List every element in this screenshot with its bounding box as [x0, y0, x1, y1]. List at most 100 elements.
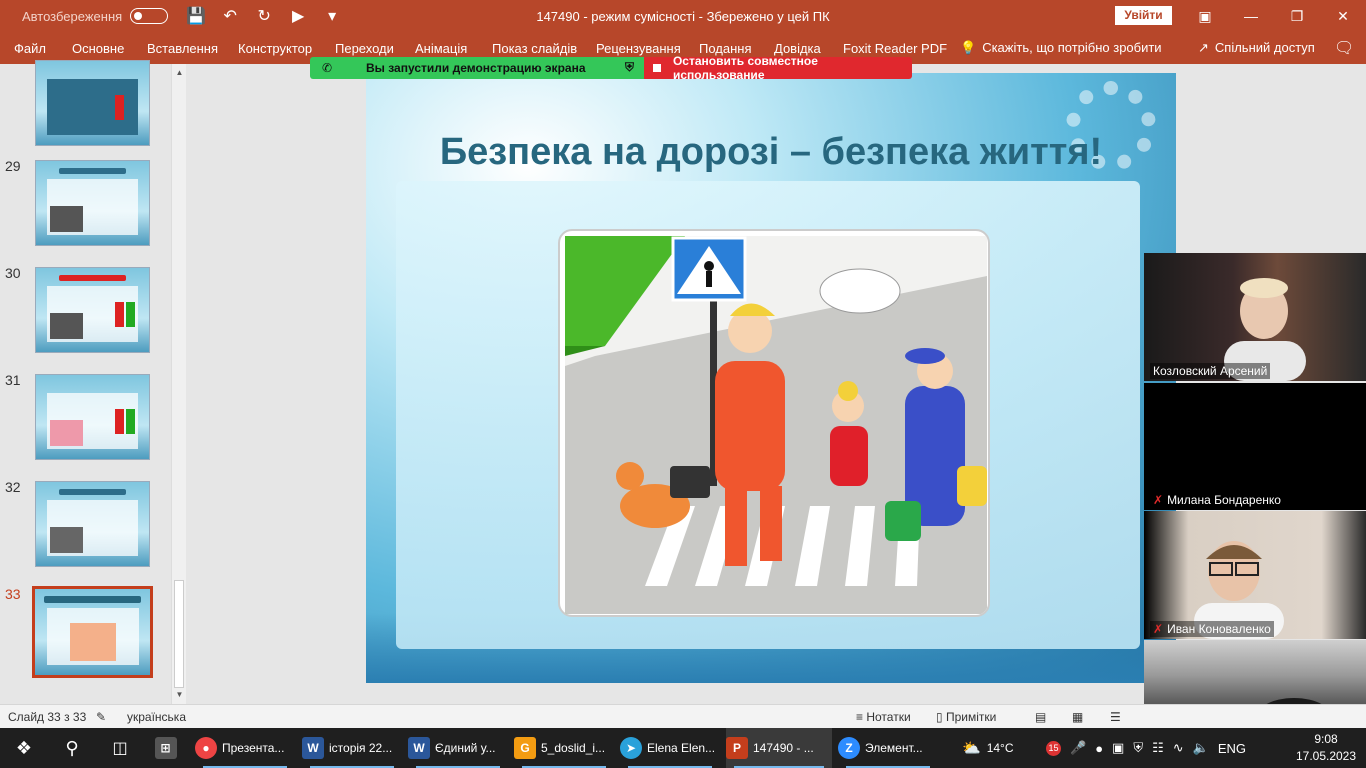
share-label: Спільний доступ	[1214, 40, 1315, 55]
stop-sharing-button[interactable]: Остановить совместное использование	[644, 54, 912, 82]
app-tray-icon[interactable]: ▣	[1112, 740, 1124, 756]
weather-widget[interactable]: ⛅ 14°C	[962, 728, 1014, 768]
minimize-button[interactable]: —	[1228, 0, 1274, 32]
participant-name-muted: ✗ Милана Бондаренко	[1150, 492, 1284, 508]
microphone-icon[interactable]: 🎤	[1070, 740, 1086, 756]
powerpoint-icon: P	[726, 737, 748, 759]
slide-number: 30	[5, 265, 21, 281]
word-icon: W	[302, 737, 324, 759]
mic-muted-icon: ✗	[1153, 493, 1164, 507]
tab-animations[interactable]: Анімація	[415, 41, 467, 56]
title-bar: Автозбереження 💾 ↶ ↻ ▶ ▾ 147490 - режим …	[0, 0, 1366, 32]
participant-face	[1194, 541, 1284, 639]
windows-start-icon[interactable]: ❖	[0, 728, 48, 768]
slide-thumbnails-pane: 29 30 31 32 33	[0, 60, 190, 704]
comments-icon[interactable]: 🗨	[1334, 38, 1354, 58]
tab-file[interactable]: Файл	[14, 41, 46, 56]
clock-time: 9:08	[1314, 732, 1338, 746]
window-controls: ▣ — ❐ ✕	[1182, 0, 1366, 32]
participant-video-tile[interactable]: Козловский Арсений	[1144, 253, 1366, 381]
participant-video-tile[interactable]: ✗ Иван Коноваленко	[1144, 511, 1366, 639]
notification-badge[interactable]: 15	[1046, 740, 1061, 756]
autosave-control[interactable]: Автозбереження	[22, 8, 169, 24]
share-button[interactable]: ↗ Спільний доступ	[1198, 40, 1315, 56]
search-icon[interactable]: ⚲	[52, 728, 92, 768]
slide-thumbnail-31[interactable]	[35, 374, 150, 460]
tab-transitions[interactable]: Переходи	[335, 41, 394, 56]
crosswalk-drawing	[565, 236, 987, 614]
security-tray-icon[interactable]: ⛨	[1133, 740, 1143, 756]
slide-thumbnail-33[interactable]	[32, 586, 153, 678]
tab-design[interactable]: Конструктор	[238, 41, 312, 56]
participant-face	[1224, 278, 1306, 381]
participant-name: Козловский Арсений	[1150, 363, 1271, 379]
redo-icon[interactable]: ↻	[254, 6, 274, 26]
thumbnails-scrollbar[interactable]: ▲ ▼	[171, 64, 186, 704]
slide-sorter-icon[interactable]: ▦	[1072, 710, 1083, 724]
taskbar-app-telegram[interactable]: ➤ Elena Elen...	[620, 728, 720, 768]
current-slide[interactable]: Безпека на дорозі – безпека життя!	[366, 73, 1176, 683]
present-icon[interactable]: ▶	[288, 6, 308, 26]
system-clock[interactable]: 9:08 17.05.2023	[1290, 731, 1362, 765]
restore-button[interactable]: ❐	[1274, 0, 1320, 32]
zoom-icon: Z	[838, 737, 860, 759]
language-indicator[interactable]: українська	[127, 710, 186, 724]
taskbar-app-powerpoint[interactable]: P 147490 - ...	[726, 728, 832, 768]
tab-insert[interactable]: Вставлення	[147, 41, 218, 56]
slide-thumbnail-29[interactable]	[35, 160, 150, 246]
sign-in-button[interactable]: Увійти	[1115, 6, 1172, 25]
spellcheck-icon[interactable]: ✎	[96, 710, 106, 724]
status-bar: Слайд 33 з 33 ✎ українська ≡ Нотатки ▯ П…	[0, 704, 1366, 728]
language-indicator-tray[interactable]: ENG	[1218, 741, 1246, 756]
slide-number: 31	[5, 372, 21, 388]
close-button[interactable]: ✕	[1320, 0, 1366, 32]
word-icon: W	[408, 737, 430, 759]
slide-thumbnail-30[interactable]	[35, 267, 150, 353]
screen-share-status-text: Вы запустили демонстрацию экрана	[366, 61, 586, 75]
taskbar-app-pdf[interactable]: G 5_doslid_i...	[514, 728, 614, 768]
autosave-label: Автозбереження	[22, 8, 123, 24]
tab-review[interactable]: Рецензування	[596, 41, 681, 56]
scroll-up-icon[interactable]: ▲	[172, 66, 187, 80]
task-view-icon[interactable]: ◫	[100, 728, 140, 768]
quick-access-toolbar: 💾 ↶ ↻ ▶ ▾	[186, 6, 342, 26]
volume-icon[interactable]: 🔈	[1193, 740, 1209, 756]
notes-button[interactable]: ≡ Нотатки	[856, 710, 911, 724]
share-icon: ↗	[1198, 40, 1209, 55]
normal-view-icon[interactable]: ▤	[1035, 710, 1046, 724]
comments-button[interactable]: ▯ Примітки	[936, 710, 996, 724]
slide-counter: Слайд 33 з 33	[8, 710, 87, 724]
network-icon[interactable]: ☷	[1152, 740, 1164, 756]
lightbulb-icon: 💡	[960, 40, 977, 55]
scroll-down-icon[interactable]: ▼	[172, 688, 187, 702]
calculator-icon[interactable]: ⊞	[148, 728, 188, 768]
save-icon[interactable]: 💾	[186, 6, 206, 26]
tell-me-label: Скажіть, що потрібно зробити	[982, 40, 1162, 55]
taskbar-app-word-2[interactable]: W Єдиний у...	[408, 728, 508, 768]
zoom-tray-icon[interactable]: ●	[1095, 741, 1103, 756]
taskbar-app-word-1[interactable]: Wісторія 22...	[302, 728, 402, 768]
tab-home[interactable]: Основне	[72, 41, 124, 56]
pdf-icon: G	[514, 737, 536, 759]
customize-qat-icon[interactable]: ▾	[322, 6, 342, 26]
reading-view-icon[interactable]: ☰	[1110, 710, 1121, 724]
stop-icon	[653, 64, 661, 72]
shield-icon: ⛨	[624, 60, 634, 74]
ribbon-display-icon[interactable]: ▣	[1182, 0, 1228, 32]
slide-title[interactable]: Безпека на дорозі – безпека життя!	[366, 131, 1176, 174]
tell-me-box[interactable]: 💡 Скажіть, що потрібно зробити	[960, 40, 1162, 56]
screen-share-status-banner: ✆ Вы запустили демонстрацию экрана ⛨	[310, 57, 644, 79]
slide-thumbnail[interactable]	[35, 60, 150, 146]
wifi-icon[interactable]: ∿	[1173, 740, 1184, 756]
undo-icon[interactable]: ↶	[220, 6, 240, 26]
scrollbar-thumb[interactable]	[174, 580, 184, 688]
crosswalk-illustration[interactable]	[558, 229, 990, 617]
stop-sharing-label: Остановить совместное использование	[672, 54, 818, 82]
taskbar-app-zoom[interactable]: Z Элемент...	[838, 728, 938, 768]
tab-slideshow[interactable]: Показ слайдів	[492, 41, 577, 56]
participant-video-tile[interactable]: ✗ Милана Бондаренко	[1144, 383, 1366, 510]
cloud-sun-icon: ⛅	[962, 740, 981, 757]
autosave-toggle[interactable]	[130, 8, 169, 24]
taskbar-app-chrome[interactable]: ● Презента...	[195, 728, 295, 768]
slide-thumbnail-32[interactable]	[35, 481, 150, 567]
